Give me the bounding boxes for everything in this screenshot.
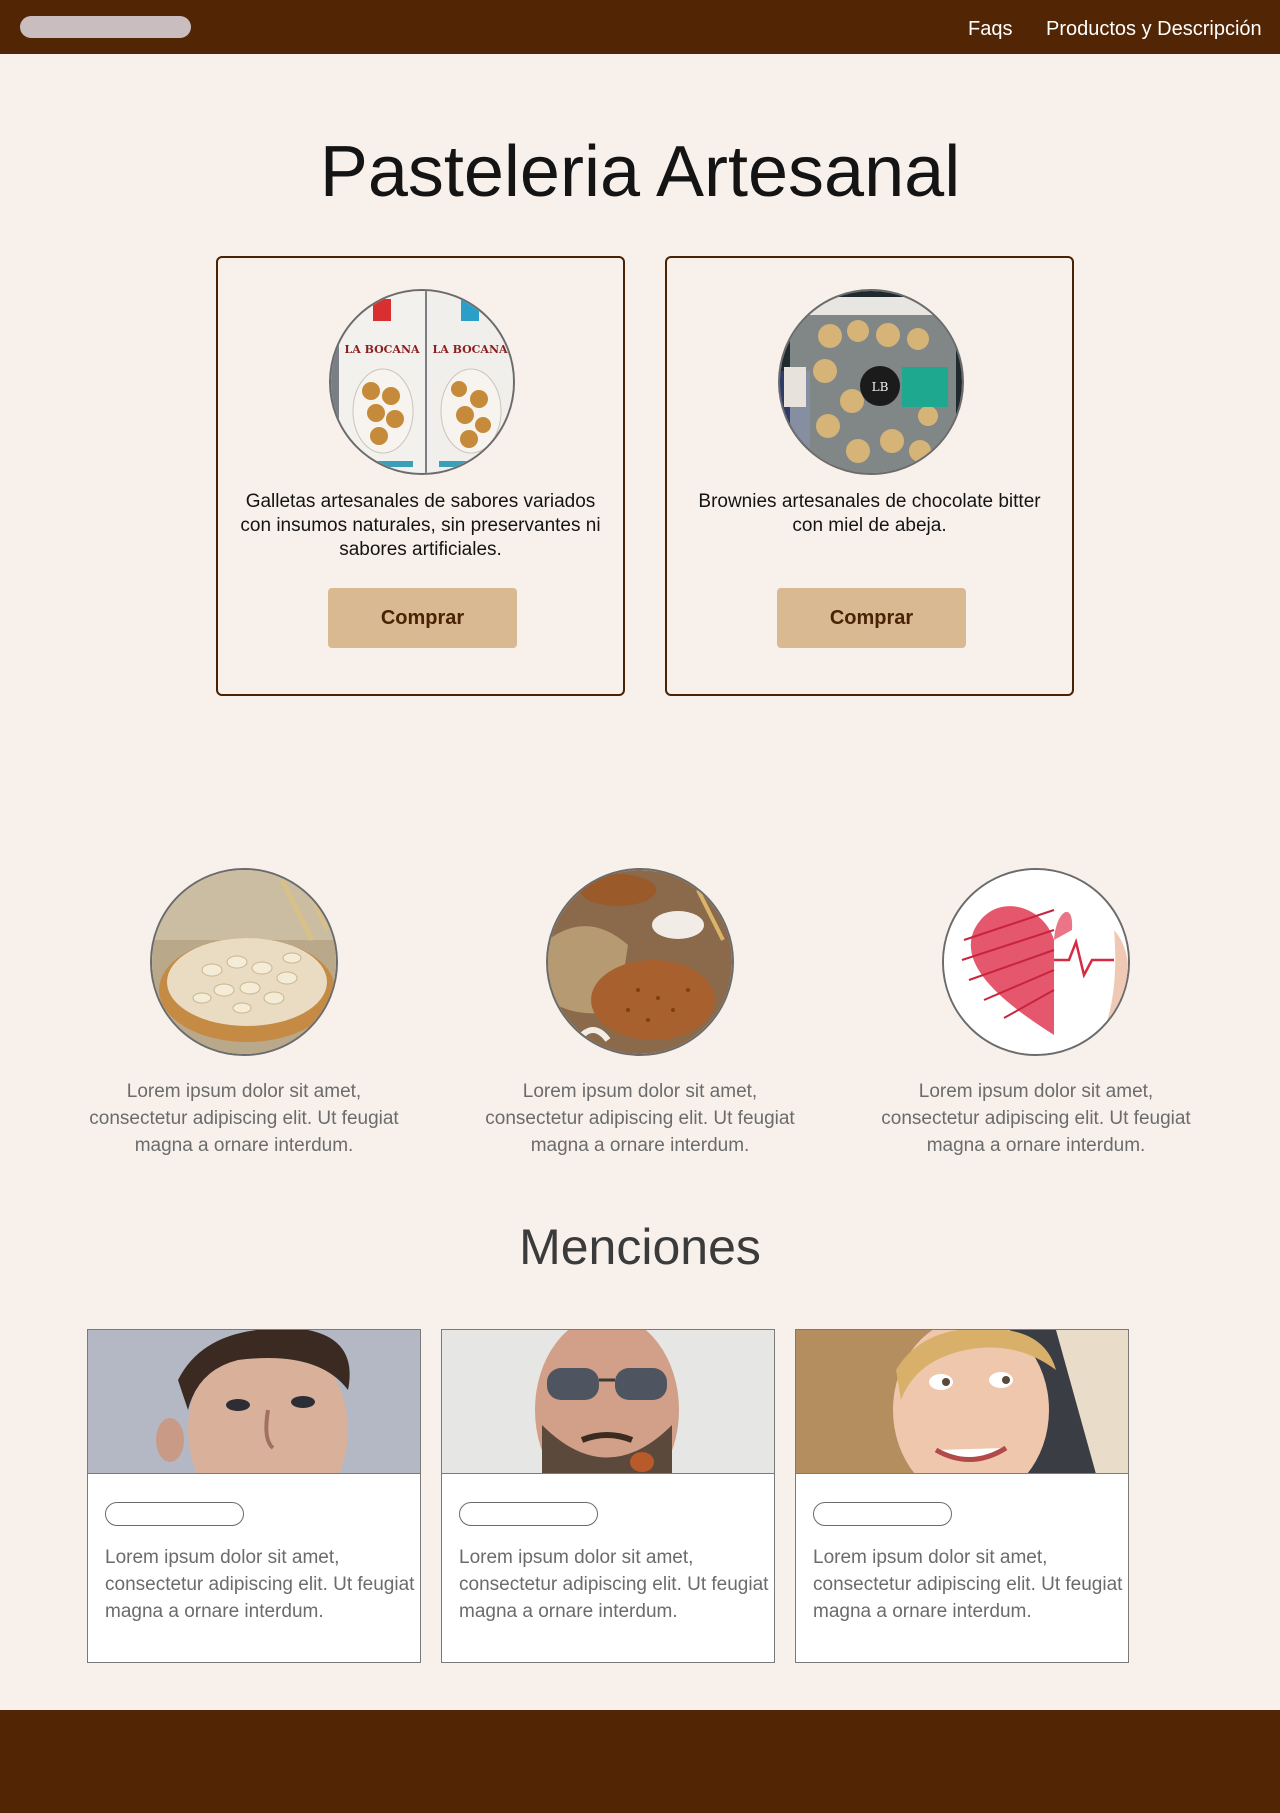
- cookie-bags-photo: LA BOCANA LA BOCANA: [329, 289, 515, 475]
- feature-text: Lorem ipsum dolor sit amet, consectetur …: [89, 1081, 399, 1156]
- cookie-jar-photo: LB: [778, 289, 964, 475]
- mention-card: Lorem ipsum dolor sit amet, consectetur …: [87, 1329, 421, 1663]
- jar-logo-text: LB: [872, 380, 889, 394]
- page-title: Pasteleria Artesanal: [319, 132, 961, 212]
- product-card-galletas: LA BOCANA LA BOCANA Galletas artesanales…: [216, 256, 625, 696]
- navbar: Faqs Productos y Descripción: [0, 0, 1280, 54]
- mention-card: Lorem ipsum dolor sit amet, consectetur …: [441, 1329, 775, 1663]
- section-title-menciones: Menciones: [519, 1219, 761, 1275]
- smiling-woman-photo: [796, 1330, 1128, 1474]
- product-description: Brownies artesanales de chocolate bitter…: [698, 491, 1041, 536]
- feature-flour: Lorem ipsum dolor sit amet, consectetur …: [470, 868, 810, 1159]
- mention-text: Lorem ipsum dolor sit amet, consectetur …: [813, 1547, 1123, 1622]
- logo-placeholder[interactable]: [20, 16, 191, 38]
- flour-sacks-photo: [546, 868, 734, 1056]
- mention-text: Lorem ipsum dolor sit amet, consectetur …: [105, 1547, 415, 1622]
- bearded-man-sunglasses-photo: [442, 1330, 774, 1474]
- feature-oats: Lorem ipsum dolor sit amet, consectetur …: [74, 868, 414, 1159]
- buy-button[interactable]: Comprar: [328, 588, 517, 648]
- footer: [0, 1710, 1280, 1813]
- mention-text: Lorem ipsum dolor sit amet, consectetur …: [459, 1547, 769, 1622]
- product-description: Galletas artesanales de sabores variados…: [240, 491, 601, 560]
- bag-label-right: LA BOCANA: [432, 343, 508, 356]
- nav-link-productos[interactable]: Productos y Descripción: [1046, 17, 1262, 41]
- feature-health: Lorem ipsum dolor sit amet, consectetur …: [866, 868, 1206, 1159]
- mention-name-placeholder: [813, 1502, 952, 1526]
- mention-name-placeholder: [105, 1502, 244, 1526]
- oats-bowl-photo: [150, 868, 338, 1056]
- feature-text: Lorem ipsum dolor sit amet, consectetur …: [485, 1081, 795, 1156]
- buy-button[interactable]: Comprar: [777, 588, 966, 648]
- young-man-photo: [88, 1330, 420, 1474]
- feature-text: Lorem ipsum dolor sit amet, consectetur …: [881, 1081, 1191, 1156]
- heart-heartbeat-photo: [942, 868, 1130, 1056]
- mention-card: Lorem ipsum dolor sit amet, consectetur …: [795, 1329, 1129, 1663]
- nav-link-faqs[interactable]: Faqs: [968, 17, 1012, 41]
- bag-label-left: LA BOCANA: [344, 343, 420, 356]
- mention-name-placeholder: [459, 1502, 598, 1526]
- product-card-brownies: LB Brownies artesanales de chocolate bit…: [665, 256, 1074, 696]
